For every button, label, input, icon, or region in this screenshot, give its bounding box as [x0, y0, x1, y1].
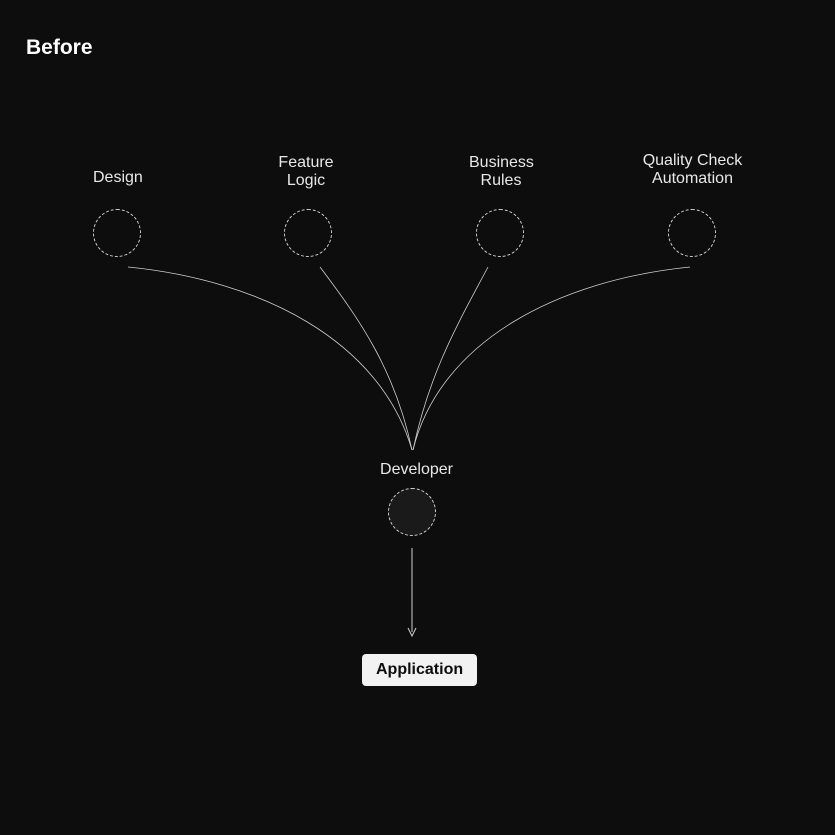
- node-label-quality-check: Quality Check Automation: [640, 152, 745, 187]
- node-application: Application: [362, 654, 477, 686]
- node-label-design: Design: [93, 169, 140, 187]
- node-circle-design: [93, 209, 141, 257]
- connector-lines: [0, 0, 835, 835]
- node-label-developer: Developer: [380, 461, 453, 479]
- node-circle-developer: [388, 488, 436, 536]
- node-circle-business-rules: [476, 209, 524, 257]
- arrow-developer-to-application: [0, 0, 835, 835]
- node-label-feature-logic: Feature Logic: [277, 154, 335, 189]
- node-circle-quality-check: [668, 209, 716, 257]
- node-label-business-rules: Business Rules: [469, 154, 533, 189]
- diagram-title: Before: [26, 36, 93, 60]
- node-circle-feature-logic: [284, 209, 332, 257]
